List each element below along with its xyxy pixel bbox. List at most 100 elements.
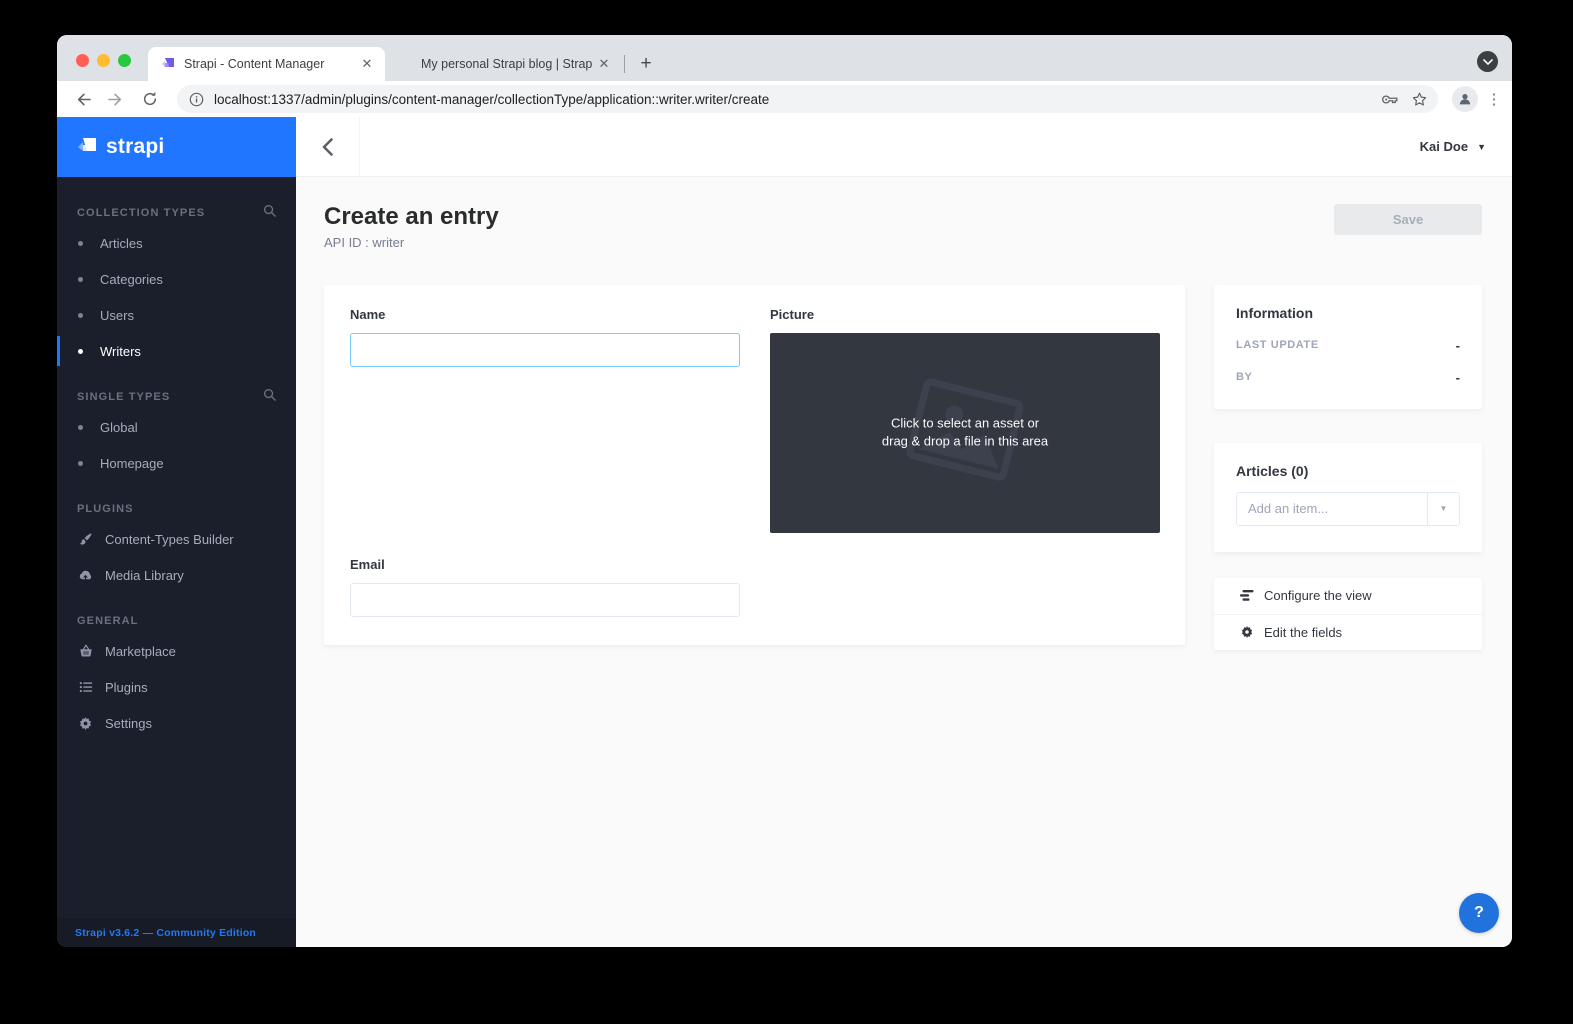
sidebar-item-content-types-builder[interactable]: Content-Types Builder (57, 521, 296, 557)
search-icon[interactable] (263, 204, 276, 222)
picture-dropzone[interactable]: Click to select an asset or drag & drop … (770, 333, 1160, 533)
user-icon (1457, 91, 1473, 107)
cloud-upload-icon (78, 568, 93, 583)
back-button[interactable] (69, 86, 95, 112)
section-label: COLLECTION TYPES (77, 207, 205, 219)
browser-menu-button[interactable]: ⋮ (1484, 90, 1504, 108)
close-tab-icon[interactable]: ✕ (596, 56, 612, 72)
dropzone-text: Click to select an asset or drag & drop … (770, 414, 1160, 450)
browser-tab-strip: Strapi - Content Manager ✕ My personal S… (57, 35, 1512, 81)
picture-field-group: Picture Click to select an (770, 307, 1160, 533)
strapi-logo[interactable]: strapi (57, 117, 296, 177)
sidebar-item-users[interactable]: Users (57, 297, 296, 333)
tab-personal-blog[interactable]: My personal Strapi blog | Strap ✕ (385, 47, 622, 81)
chevron-left-icon (322, 138, 333, 156)
configure-view-link[interactable]: Configure the view (1214, 578, 1482, 614)
last-update-value: - (1456, 338, 1460, 353)
entry-form-card: Name Picture (324, 285, 1185, 645)
entry-layout: Name Picture (324, 285, 1482, 650)
by-label: BY (1236, 371, 1252, 383)
user-name: Kai Doe (1420, 139, 1468, 154)
password-key-icon[interactable] (1382, 91, 1399, 108)
browser-profile-avatar[interactable] (1452, 86, 1478, 112)
sidebar-item-label: Settings (105, 716, 152, 731)
section-collection-types: COLLECTION TYPES Articles Categories Use… (57, 201, 296, 369)
help-button[interactable]: ? (1459, 893, 1499, 933)
section-label: GENERAL (77, 615, 138, 627)
select-placeholder: Add an item... (1237, 501, 1427, 516)
url-text[interactable]: localhost:1337/admin/plugins/content-man… (214, 92, 1374, 107)
sidebar-item-global[interactable]: Global (57, 409, 296, 445)
search-icon[interactable] (263, 388, 276, 406)
chevron-down-icon (1483, 57, 1493, 67)
sidebar-item-marketplace[interactable]: Marketplace (57, 633, 296, 669)
sidebar-item-writers[interactable]: Writers (57, 333, 296, 369)
sidebar-item-plugins[interactable]: Plugins (57, 669, 296, 705)
strapi-logo-text: strapi (106, 135, 164, 159)
bookmark-star-icon[interactable] (1411, 91, 1428, 108)
section-single-types: SINGLE TYPES Global Homepage (57, 385, 296, 481)
last-update-row: LAST UPDATE - (1236, 338, 1460, 353)
bullet-icon (78, 241, 83, 246)
section-plugins: PLUGINS Content-Types Builder Media Libr… (57, 497, 296, 593)
tab-strapi-content-manager[interactable]: Strapi - Content Manager ✕ (148, 47, 385, 81)
last-update-label: LAST UPDATE (1236, 339, 1319, 351)
edit-fields-link[interactable]: Edit the fields (1214, 614, 1482, 650)
sidebar-item-settings[interactable]: Settings (57, 705, 296, 741)
sidebar-item-label: Plugins (105, 680, 148, 695)
gear-icon (78, 716, 93, 731)
name-input[interactable] (350, 333, 740, 367)
user-menu[interactable]: Kai Doe ▼ (1420, 139, 1512, 154)
name-field-group: Name (350, 307, 740, 533)
forward-button[interactable] (103, 86, 129, 112)
address-bar[interactable]: localhost:1337/admin/plugins/content-man… (177, 85, 1438, 113)
name-field-label: Name (350, 307, 740, 322)
gear-icon (1239, 625, 1254, 640)
bullet-icon (78, 277, 83, 282)
go-back-button[interactable] (296, 117, 360, 176)
sidebar-item-articles[interactable]: Articles (57, 225, 296, 261)
chevron-down-icon: ▼ (1477, 142, 1486, 152)
email-input[interactable] (350, 583, 740, 617)
sidebar-item-label: Media Library (105, 568, 184, 583)
zoom-window-button[interactable] (118, 54, 131, 67)
tab-list: Strapi - Content Manager ✕ My personal S… (148, 35, 659, 81)
bullet-icon (78, 349, 83, 354)
sidebar-item-label: Articles (100, 236, 143, 251)
new-tab-button[interactable]: + (633, 51, 659, 77)
sidebar-navigation: COLLECTION TYPES Articles Categories Use… (57, 177, 296, 918)
reload-button[interactable] (137, 86, 163, 112)
list-icon (78, 680, 93, 695)
sidebar-item-label: Writers (100, 344, 141, 359)
by-row: BY - (1236, 370, 1460, 385)
right-panel-column: Information LAST UPDATE - BY - (1214, 285, 1482, 650)
link-label: Edit the fields (1264, 625, 1342, 640)
sidebar-item-label: Users (100, 308, 134, 323)
sidebar-item-categories[interactable]: Categories (57, 261, 296, 297)
tab-title: Strapi - Content Manager (184, 57, 359, 71)
close-tab-icon[interactable]: ✕ (359, 56, 375, 72)
content-area: Create an entry API ID : writer Save Nam… (296, 177, 1512, 947)
bullet-icon (78, 425, 83, 430)
tab-search-button[interactable] (1477, 51, 1498, 72)
section-label: PLUGINS (77, 503, 134, 515)
sidebar-item-media-library[interactable]: Media Library (57, 557, 296, 593)
minimize-window-button[interactable] (97, 54, 110, 67)
page-header: Create an entry API ID : writer Save (324, 203, 1482, 250)
strapi-version-link[interactable]: Strapi v3.6.2 — Community Edition (57, 918, 296, 947)
sidebar-item-label: Homepage (100, 456, 164, 471)
save-button[interactable]: Save (1334, 204, 1482, 235)
window-controls (76, 54, 131, 67)
email-field-group: Email (350, 557, 740, 617)
sidebar-item-homepage[interactable]: Homepage (57, 445, 296, 481)
chevron-down-icon[interactable]: ▼ (1427, 493, 1459, 525)
forward-arrow-icon (108, 91, 125, 108)
strapi-admin-app: strapi COLLECTION TYPES Articles Categor… (57, 117, 1512, 947)
add-article-select[interactable]: Add an item... ▼ (1236, 492, 1460, 526)
close-window-button[interactable] (76, 54, 89, 67)
by-value: - (1456, 370, 1460, 385)
left-menu-sidebar: strapi COLLECTION TYPES Articles Categor… (57, 117, 296, 947)
page-info-icon[interactable] (189, 92, 204, 107)
back-arrow-icon (74, 91, 91, 108)
blog-favicon-icon (397, 56, 413, 72)
